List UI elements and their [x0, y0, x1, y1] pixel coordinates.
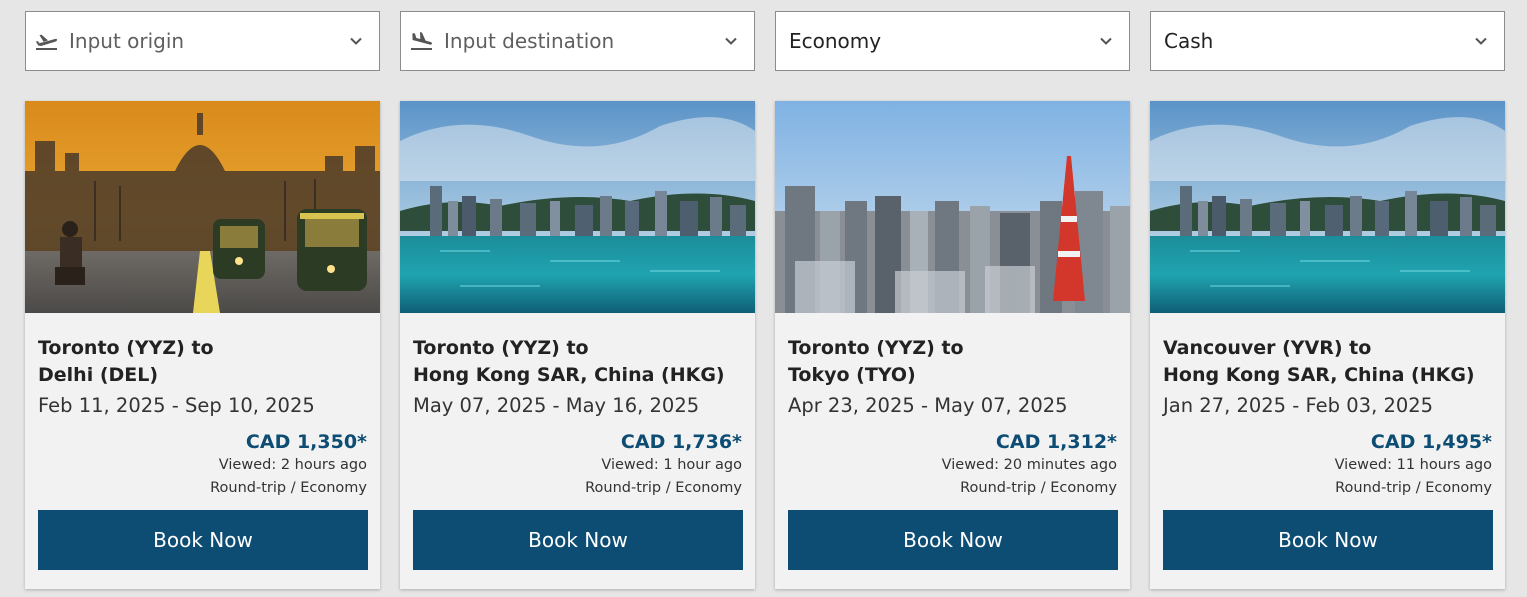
route-destination: Tokyo (TYO): [788, 364, 916, 386]
cabin-class-value: Economy: [789, 29, 882, 53]
hong-kong-photo: [1150, 101, 1505, 313]
chevron-down-icon: [350, 37, 362, 45]
chevron-down-icon: [725, 37, 737, 45]
route-origin: Toronto (YYZ) to: [413, 337, 589, 359]
viewed-time: Viewed: 2 hours ago: [218, 457, 367, 473]
route-destination: Hong Kong SAR, China (HKG): [413, 364, 725, 386]
route-title: Toronto (YYZ) to Tokyo (TYO): [788, 335, 1117, 389]
destination-placeholder: Input destination: [444, 29, 615, 53]
book-now-button[interactable]: Book Now: [413, 510, 743, 570]
filter-bar: Input origin Input destination Economy C…: [25, 11, 1505, 71]
trip-type: Round-trip / Economy: [1335, 480, 1492, 496]
payment-type-select[interactable]: Cash: [1150, 11, 1505, 71]
payment-type-value: Cash: [1164, 29, 1214, 53]
route-origin: Vancouver (YVR) to: [1163, 337, 1372, 359]
route-title: Toronto (YYZ) to Hong Kong SAR, China (H…: [413, 335, 742, 389]
route-title: Vancouver (YVR) to Hong Kong SAR, China …: [1163, 335, 1492, 389]
route-title: Toronto (YYZ) to Delhi (DEL): [38, 335, 367, 389]
chevron-down-icon: [1475, 37, 1487, 45]
deal-card[interactable]: Toronto (YYZ) to Delhi (DEL) Feb 11, 202…: [25, 101, 380, 589]
trip-type: Round-trip / Economy: [585, 480, 742, 496]
chevron-down-icon: [1100, 37, 1112, 45]
viewed-time: Viewed: 11 hours ago: [1334, 457, 1492, 473]
origin-select[interactable]: Input origin: [25, 11, 380, 71]
plane-takeoff-icon: [35, 29, 59, 53]
route-destination: Delhi (DEL): [38, 364, 159, 386]
delhi-photo: [25, 101, 380, 313]
fare-price: CAD 1,350*: [245, 431, 367, 453]
travel-dates: Apr 23, 2025 - May 07, 2025: [788, 394, 1068, 417]
book-now-button[interactable]: Book Now: [788, 510, 1118, 570]
route-origin: Toronto (YYZ) to: [38, 337, 214, 359]
viewed-time: Viewed: 20 minutes ago: [941, 457, 1117, 473]
fare-price: CAD 1,312*: [995, 431, 1117, 453]
deal-card[interactable]: Toronto (YYZ) to Tokyo (TYO) Apr 23, 202…: [775, 101, 1130, 589]
cabin-class-select[interactable]: Economy: [775, 11, 1130, 71]
deal-card[interactable]: Vancouver (YVR) to Hong Kong SAR, China …: [1150, 101, 1505, 589]
plane-landing-icon: [410, 29, 434, 53]
travel-dates: Feb 11, 2025 - Sep 10, 2025: [38, 394, 315, 417]
viewed-time: Viewed: 1 hour ago: [601, 457, 742, 473]
fare-price: CAD 1,495*: [1370, 431, 1492, 453]
destination-select[interactable]: Input destination: [400, 11, 755, 71]
book-now-button[interactable]: Book Now: [1163, 510, 1493, 570]
travel-dates: Jan 27, 2025 - Feb 03, 2025: [1163, 394, 1434, 417]
trip-type: Round-trip / Economy: [210, 480, 367, 496]
deal-card[interactable]: Toronto (YYZ) to Hong Kong SAR, China (H…: [400, 101, 755, 589]
book-now-button[interactable]: Book Now: [38, 510, 368, 570]
travel-dates: May 07, 2025 - May 16, 2025: [413, 394, 700, 417]
deals-list: Toronto (YYZ) to Delhi (DEL) Feb 11, 202…: [25, 101, 1505, 589]
hong-kong-photo: [400, 101, 755, 313]
route-origin: Toronto (YYZ) to: [788, 337, 964, 359]
route-destination: Hong Kong SAR, China (HKG): [1163, 364, 1475, 386]
tokyo-photo: [775, 101, 1130, 313]
origin-placeholder: Input origin: [69, 29, 185, 53]
fare-price: CAD 1,736*: [620, 431, 742, 453]
trip-type: Round-trip / Economy: [960, 480, 1117, 496]
